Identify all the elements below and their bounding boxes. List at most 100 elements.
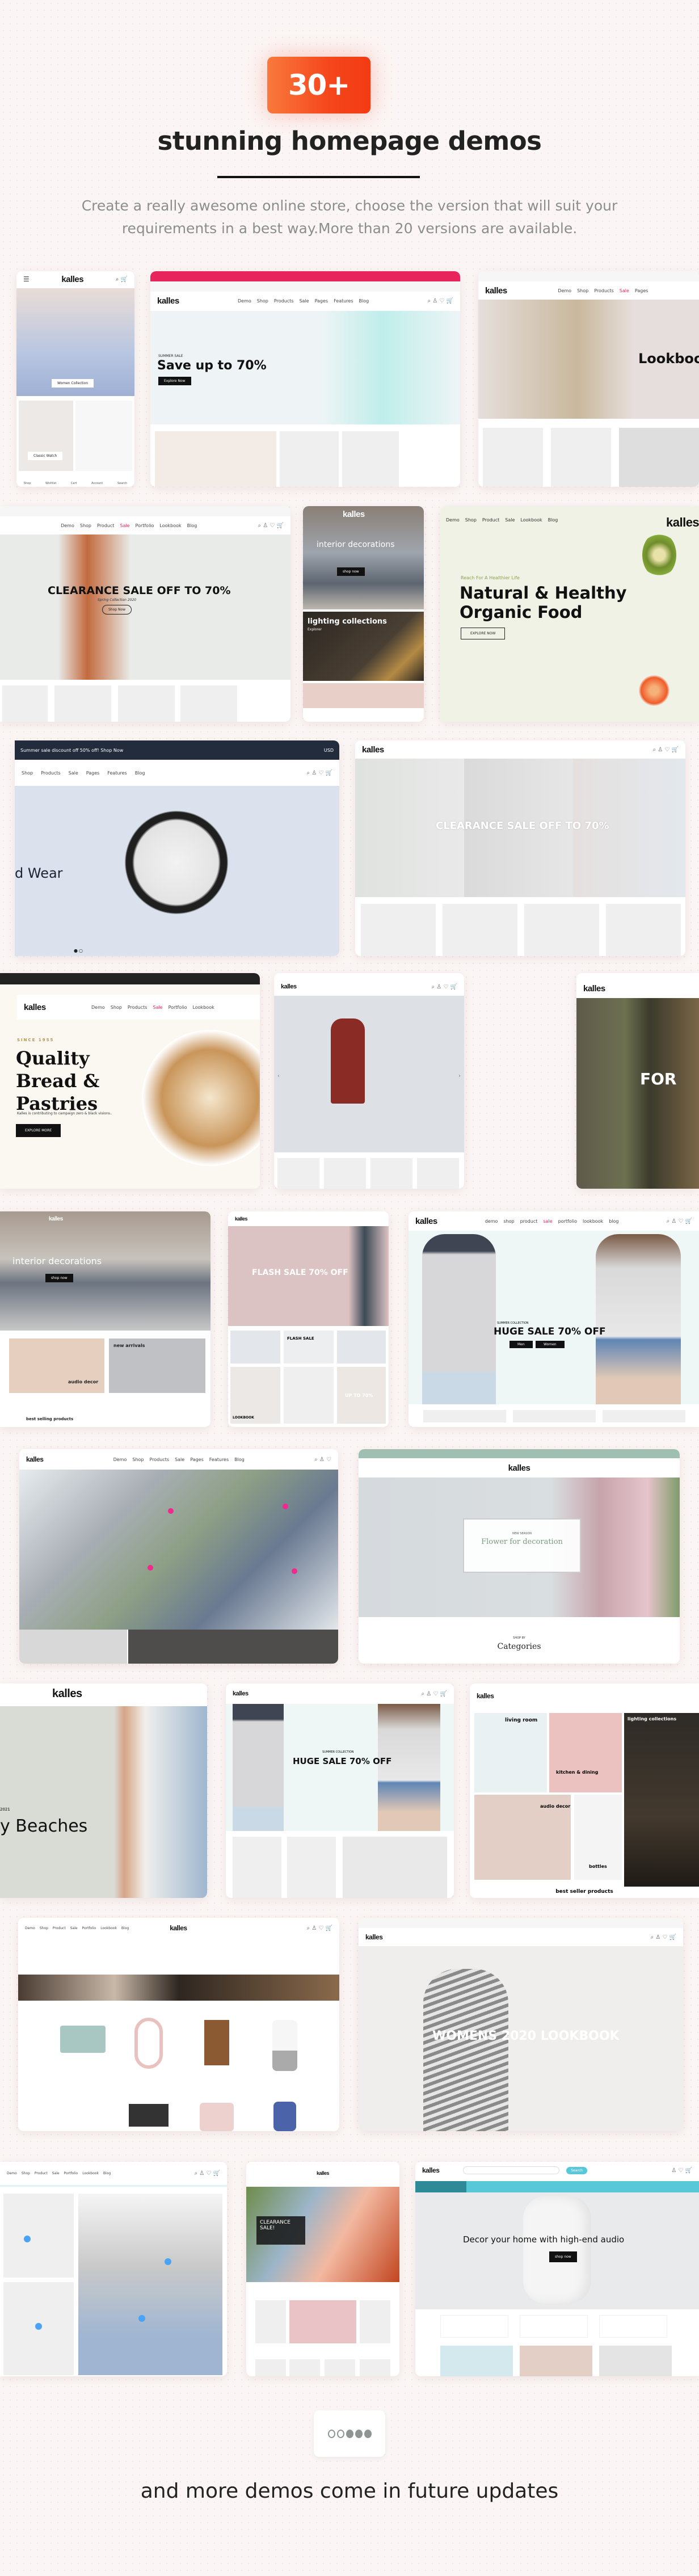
header-icons[interactable]: ⌕ ♙ ♡ 🛒 <box>652 747 679 753</box>
hero-cta[interactable]: shop now <box>337 567 365 576</box>
hero-cta[interactable]: Explore Now <box>158 377 191 385</box>
nav-demo[interactable]: Demo <box>446 517 460 523</box>
product-label[interactable]: Classic Watch <box>28 452 63 460</box>
nav-products[interactable]: Products <box>150 1457 170 1462</box>
nav-sale[interactable]: sale <box>543 1219 552 1224</box>
product-tile[interactable] <box>51 2098 108 2131</box>
nav-blog[interactable]: Blog <box>234 1457 245 1462</box>
demo-card-interior[interactable]: kalles interior decorations shop now aud… <box>0 1211 210 1427</box>
search-input[interactable] <box>463 2166 560 2174</box>
demo-card-fashion-summer[interactable]: kalles Demo Shop Products Sale Pages Fea… <box>150 271 460 487</box>
page-dot[interactable] <box>346 2429 353 2438</box>
nav-blog[interactable]: Blog <box>103 2171 111 2175</box>
nav-shop[interactable]: Shop <box>22 771 33 776</box>
men-button[interactable]: Men <box>509 1341 533 1348</box>
nav-pages[interactable]: Pages <box>315 298 329 304</box>
hero-cta[interactable]: shop now <box>45 1274 73 1282</box>
nav-demo[interactable]: Demo <box>91 1005 105 1010</box>
page-dot[interactable] <box>336 2429 344 2438</box>
demo-card-mobile-clearance[interactable]: kalles CLEARANCE SALE! <box>246 2162 399 2376</box>
hero-cta[interactable]: EXPLORE NOW <box>461 628 506 639</box>
demo-card-huge-sale-2[interactable]: kalles ⌕ ♙ ♡ 🛒 SUMMER COLLECTION HUGE SA… <box>226 1683 454 1898</box>
header-icons[interactable]: ⌕ ♙ ♡ 🛒 <box>431 984 457 990</box>
nav-features[interactable]: Features <box>334 298 353 304</box>
currency-select[interactable]: USD <box>324 748 334 753</box>
demo-card-bakery[interactable]: kalles Demo Shop Products Sale Portfolio… <box>0 973 260 1189</box>
nav-lookbook[interactable]: Lookbook <box>100 1926 117 1930</box>
header-icons[interactable]: ⌕ ♙ ♡ 🛒 <box>421 1691 447 1697</box>
hotspot-icon[interactable] <box>35 2323 42 2330</box>
header-icons[interactable]: ⌕ ♙ ♡ 🛒 <box>650 1934 676 1941</box>
nav-sale[interactable]: Sale <box>52 2171 60 2175</box>
demo-card-flower[interactable]: kalles NEW SEASON Flower for decoration … <box>359 1449 680 1664</box>
nav-shop[interactable]: Shop <box>577 288 588 293</box>
nav-shop[interactable]: Shop <box>132 1457 144 1462</box>
product-camera[interactable] <box>51 2012 115 2080</box>
nav-lookbook[interactable]: Lookbook <box>520 517 542 523</box>
nav-blog[interactable]: Blog <box>548 517 558 523</box>
nav-products[interactable]: Products <box>128 1005 148 1010</box>
header-icons[interactable]: ⌕ ♙ ♡ 🛒 <box>666 1218 692 1224</box>
nav-pages[interactable]: Pages <box>86 771 100 776</box>
nav-shop[interactable]: Shop <box>257 298 268 304</box>
tile-label[interactable]: living room <box>505 1718 537 1723</box>
menu-icon[interactable]: ☰ <box>23 275 30 283</box>
header-icons[interactable]: ⌕ ♙ ♡ 🛒 <box>306 770 332 776</box>
demo-card-clearance[interactable]: Demo Shop Product Sale Portfolio Lookboo… <box>0 506 290 722</box>
nav-product[interactable]: Product <box>35 2171 48 2175</box>
pagination-indicator[interactable] <box>314 2410 385 2457</box>
tile-label[interactable]: lighting collections <box>628 1716 676 1721</box>
demo-card-home-decor[interactable]: kalles living room kitchen & dining ligh… <box>470 1683 699 1898</box>
nav-shop[interactable]: Shop <box>80 523 91 528</box>
header-icons[interactable]: ⌕ ♙ ♡ 🛒 <box>306 1925 332 1931</box>
demo-card-stool[interactable]: kalles ⌕ ♙ ♡ 🛒 ‹ › <box>274 973 464 1189</box>
demo-card-audio[interactable]: kalles Search ♙ ♡ 🛒 Decor your home with… <box>415 2162 699 2376</box>
hotspot-icon[interactable] <box>165 2258 171 2265</box>
nav-blog[interactable]: Blog <box>121 1926 129 1930</box>
nav-sale[interactable]: Sale <box>70 1926 78 1930</box>
demo-card-huge-sale[interactable]: kalles demo shop product sale portfolio … <box>409 1211 699 1427</box>
product-instant-camera[interactable] <box>188 2012 245 2080</box>
demo-card-electronics[interactable]: Demo Shop Product Sale Portfolio Lookboo… <box>18 1918 339 2131</box>
demo-card-womens-lookbook[interactable]: kalles ⌕ ♙ ♡ 🛒 WOMENS 2020 LOOKBOOK <box>359 1918 683 2131</box>
nav-portfolio[interactable]: Portfolio <box>82 1926 96 1930</box>
tab-search[interactable]: Search <box>117 482 127 485</box>
nav-lookbook[interactable]: Lookbook <box>192 1005 214 1010</box>
nav-demo[interactable]: Demo <box>238 298 251 304</box>
categories-button[interactable] <box>415 2181 466 2192</box>
tab-wishlist[interactable]: Wishlist <box>45 482 56 485</box>
hotspot-icon[interactable] <box>148 1565 153 1571</box>
tile-label[interactable]: audio decor <box>68 1379 98 1384</box>
header-icons[interactable]: ⌕ ♙ ♡ 🛒 <box>194 2170 220 2177</box>
hero-cta[interactable]: Shop Now <box>102 605 132 614</box>
nav-demo[interactable]: Demo <box>113 1457 127 1462</box>
cart-icon[interactable]: ⌕ 🛒 <box>116 276 128 283</box>
nav-products[interactable]: Products <box>274 298 294 304</box>
nav-features[interactable]: Features <box>209 1457 229 1462</box>
tile-label[interactable]: bottles <box>589 1864 607 1869</box>
nav-sale[interactable]: Sale <box>153 1005 162 1010</box>
hotspot-icon[interactable] <box>138 2315 145 2322</box>
nav-demo[interactable]: Demo <box>25 1926 35 1930</box>
page-dot[interactable] <box>355 2429 363 2438</box>
nav-sale[interactable]: Sale <box>620 288 629 293</box>
nav-sale[interactable]: Sale <box>120 523 129 528</box>
search-button[interactable]: Search <box>566 2166 587 2174</box>
nav-demo[interactable]: Demo <box>558 288 571 293</box>
nav-sale[interactable]: Sale <box>69 771 78 776</box>
nav-demo[interactable]: Demo <box>7 2171 17 2175</box>
product-speaker[interactable] <box>256 2012 313 2080</box>
women-button[interactable]: Women <box>536 1341 565 1348</box>
nav-lookbook[interactable]: Lookbook <box>82 2171 99 2175</box>
hotspot-icon[interactable] <box>292 1568 297 1574</box>
nav-shop[interactable]: shop <box>503 1219 514 1224</box>
nav-product[interactable]: Product <box>482 517 499 523</box>
nav-shop[interactable]: Shop <box>22 2171 30 2175</box>
nav-portfolio[interactable]: Portfolio <box>136 523 154 528</box>
hero-cta[interactable]: shop now <box>549 2251 577 2262</box>
nav-shop[interactable]: Shop <box>40 1926 48 1930</box>
nav-shop[interactable]: Shop <box>465 517 477 523</box>
nav-products[interactable]: Products <box>41 771 61 776</box>
hotspot-icon[interactable] <box>168 1508 174 1514</box>
nav-features[interactable]: Features <box>107 771 127 776</box>
